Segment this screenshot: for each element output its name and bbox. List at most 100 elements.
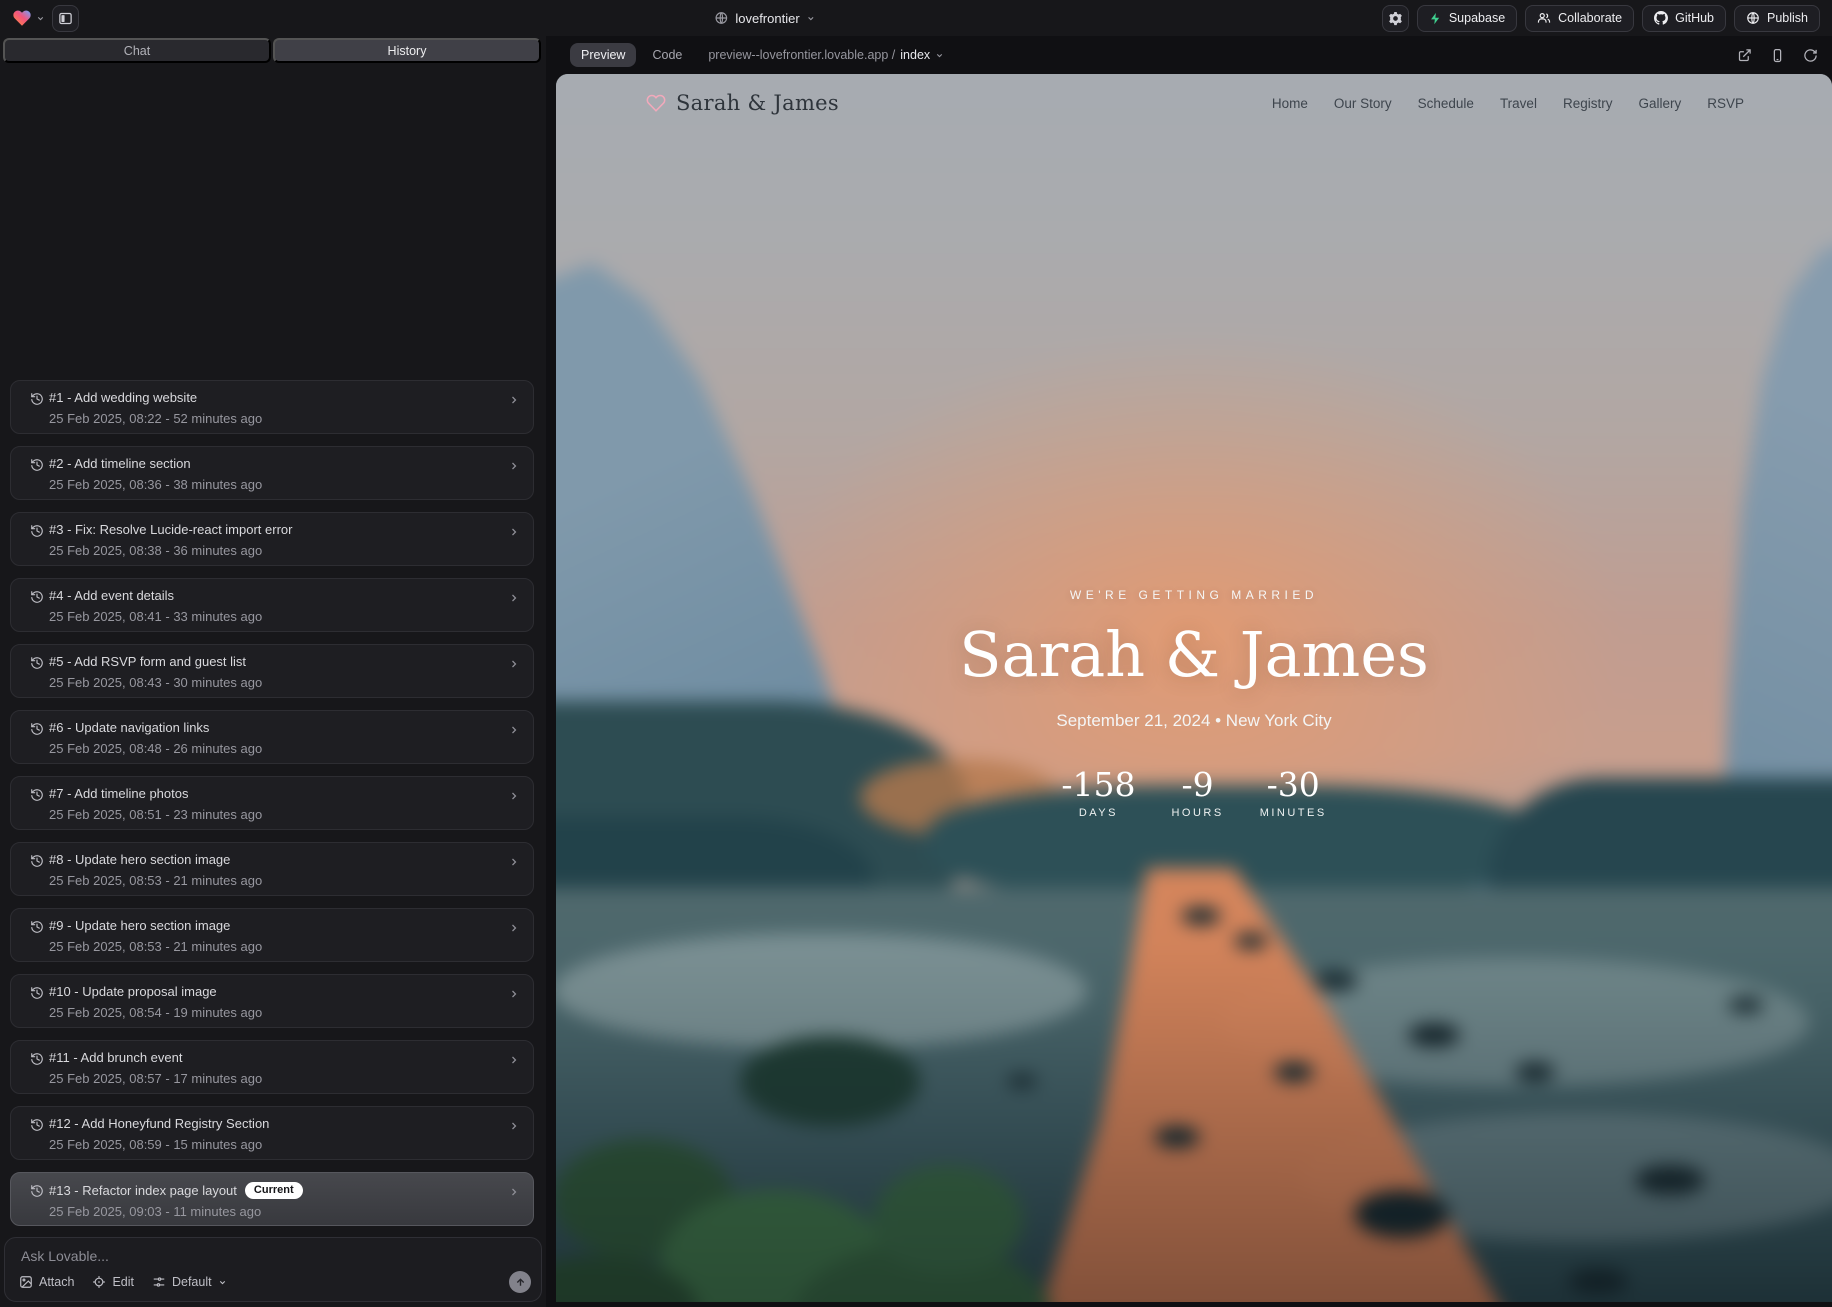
current-badge: Current	[245, 1182, 303, 1199]
nav-link[interactable]: Registry	[1563, 96, 1613, 111]
history-clock-icon	[30, 1118, 44, 1132]
history-item-title: #4 - Add event details	[49, 588, 174, 604]
nav-link[interactable]: Home	[1272, 96, 1308, 111]
nav-link[interactable]: Travel	[1500, 96, 1537, 111]
heart-outline-icon	[646, 93, 666, 113]
mode-select[interactable]: Default	[152, 1275, 227, 1289]
history-clock-icon	[30, 920, 44, 934]
globe-icon	[714, 11, 728, 25]
hero-section: WE'RE GETTING MARRIED Sarah & James Sept…	[556, 588, 1832, 819]
history-clock-icon	[30, 590, 44, 604]
history-item-timestamp: 25 Feb 2025, 08:38 - 36 minutes ago	[49, 543, 503, 558]
history-item-timestamp: 25 Feb 2025, 08:54 - 19 minutes ago	[49, 1005, 503, 1020]
history-item[interactable]: #6 - Update navigation links 25 Feb 2025…	[10, 710, 534, 764]
history-item-timestamp: 25 Feb 2025, 08:53 - 21 minutes ago	[49, 873, 503, 888]
history-clock-icon	[30, 524, 44, 538]
settings-button[interactable]	[1382, 5, 1409, 32]
history-item[interactable]: #8 - Update hero section image 25 Feb 20…	[10, 842, 534, 896]
tab-chat[interactable]: Chat	[3, 38, 271, 63]
publish-button[interactable]: Publish	[1734, 5, 1820, 32]
users-icon	[1537, 11, 1551, 25]
site-logo[interactable]: Sarah & James	[646, 91, 839, 115]
history-item[interactable]: #2 - Add timeline section 25 Feb 2025, 0…	[10, 446, 534, 500]
chevron-right-icon	[508, 1120, 520, 1132]
nav-link[interactable]: Gallery	[1638, 96, 1681, 111]
nav-link[interactable]: Our Story	[1334, 96, 1392, 111]
history-clock-icon	[30, 854, 44, 868]
refresh-icon[interactable]	[1803, 48, 1818, 63]
countdown: -158 DAYS -9 HOURS -30 MINUTES	[556, 765, 1832, 819]
site-logo-text: Sarah & James	[676, 91, 839, 115]
chevron-right-icon	[508, 394, 520, 406]
countdown-label: MINUTES	[1260, 807, 1327, 819]
chevron-right-icon	[508, 856, 520, 868]
tab-preview[interactable]: Preview	[570, 43, 636, 67]
prompt-composer: Attach Edit Default	[4, 1237, 542, 1302]
github-button[interactable]: GitHub	[1642, 5, 1726, 32]
sidebar-toggle-button[interactable]	[52, 5, 79, 32]
prompt-input[interactable]	[21, 1248, 525, 1268]
chevron-right-icon	[508, 460, 520, 472]
countdown-value: -158	[1061, 765, 1135, 804]
history-clock-icon	[30, 392, 44, 406]
project-switcher[interactable]: lovefrontier	[714, 11, 815, 26]
lovable-logo-menu[interactable]	[12, 8, 45, 28]
edit-button[interactable]: Edit	[92, 1275, 134, 1289]
tab-code[interactable]: Code	[652, 48, 682, 62]
attach-button[interactable]: Attach	[19, 1275, 74, 1289]
preview-url[interactable]: preview--lovefrontier.lovable.app / inde…	[708, 48, 944, 62]
history-item[interactable]: #3 - Fix: Resolve Lucide-react import er…	[10, 512, 534, 566]
history-item-timestamp: 25 Feb 2025, 08:51 - 23 minutes ago	[49, 807, 503, 822]
panel-left-icon	[58, 11, 73, 26]
countdown-value: -9	[1171, 765, 1223, 804]
history-item[interactable]: #7 - Add timeline photos 25 Feb 2025, 08…	[10, 776, 534, 830]
supabase-bolt-icon	[1429, 12, 1442, 25]
history-item-timestamp: 25 Feb 2025, 08:22 - 52 minutes ago	[49, 411, 503, 426]
chat-history-panel: Chat History #1 - Add wedding website 25…	[0, 36, 546, 1307]
history-item[interactable]: #11 - Add brunch event 25 Feb 2025, 08:5…	[10, 1040, 534, 1094]
hero-title: Sarah & James	[556, 618, 1832, 691]
history-item[interactable]: #9 - Update hero section image 25 Feb 20…	[10, 908, 534, 962]
tab-history[interactable]: History	[273, 38, 541, 63]
supabase-button[interactable]: Supabase	[1417, 5, 1517, 32]
site-header: Sarah & James Home Our Story Schedule Trave…	[556, 74, 1832, 132]
history-item-title: #7 - Add timeline photos	[49, 786, 188, 802]
countdown-label: DAYS	[1061, 807, 1135, 819]
select-target-icon	[92, 1275, 106, 1289]
panel-tabs: Chat History	[3, 38, 541, 63]
history-clock-icon	[30, 788, 44, 802]
history-item[interactable]: #12 - Add Honeyfund Registry Section 25 …	[10, 1106, 534, 1160]
project-name: lovefrontier	[735, 11, 799, 26]
history-item-title: #8 - Update hero section image	[49, 852, 230, 868]
top-bar: lovefrontier Supabase Collab	[0, 0, 1832, 36]
site-nav: Home Our Story Schedule Travel Registry Galle…	[1272, 96, 1744, 111]
history-item[interactable]: #13 - Refactor index page layout Current…	[10, 1172, 534, 1226]
history-item-timestamp: 25 Feb 2025, 08:53 - 21 minutes ago	[49, 939, 503, 954]
history-item-timestamp: 25 Feb 2025, 09:03 - 11 minutes ago	[49, 1204, 503, 1219]
chevron-right-icon	[508, 592, 520, 604]
countdown-label: HOURS	[1171, 807, 1223, 819]
nav-link[interactable]: RSVP	[1707, 96, 1744, 111]
send-button[interactable]	[509, 1271, 531, 1293]
history-item-timestamp: 25 Feb 2025, 08:48 - 26 minutes ago	[49, 741, 503, 756]
history-item-title: #9 - Update hero section image	[49, 918, 230, 934]
history-clock-icon	[30, 986, 44, 1000]
collaborate-button[interactable]: Collaborate	[1525, 5, 1634, 32]
history-item-title: #5 - Add RSVP form and guest list	[49, 654, 246, 670]
history-item-timestamp: 25 Feb 2025, 08:36 - 38 minutes ago	[49, 477, 503, 492]
image-icon	[19, 1275, 33, 1289]
history-item[interactable]: #5 - Add RSVP form and guest list 25 Feb…	[10, 644, 534, 698]
history-item-title: #12 - Add Honeyfund Registry Section	[49, 1116, 269, 1132]
history-item[interactable]: #1 - Add wedding website 25 Feb 2025, 08…	[10, 380, 534, 434]
gear-icon	[1388, 11, 1403, 26]
history-item-title: #1 - Add wedding website	[49, 390, 197, 406]
history-item[interactable]: #4 - Add event details 25 Feb 2025, 08:4…	[10, 578, 534, 632]
nav-link[interactable]: Schedule	[1418, 96, 1474, 111]
history-clock-icon	[30, 458, 44, 472]
history-item-title: #2 - Add timeline section	[49, 456, 191, 472]
preview-url-domain: preview--lovefrontier.lovable.app /	[708, 48, 895, 62]
open-in-new-tab-icon[interactable]	[1737, 48, 1752, 63]
mobile-view-icon[interactable]	[1770, 48, 1785, 63]
history-item-title: #6 - Update navigation links	[49, 720, 209, 736]
history-item[interactable]: #10 - Update proposal image 25 Feb 2025,…	[10, 974, 534, 1028]
